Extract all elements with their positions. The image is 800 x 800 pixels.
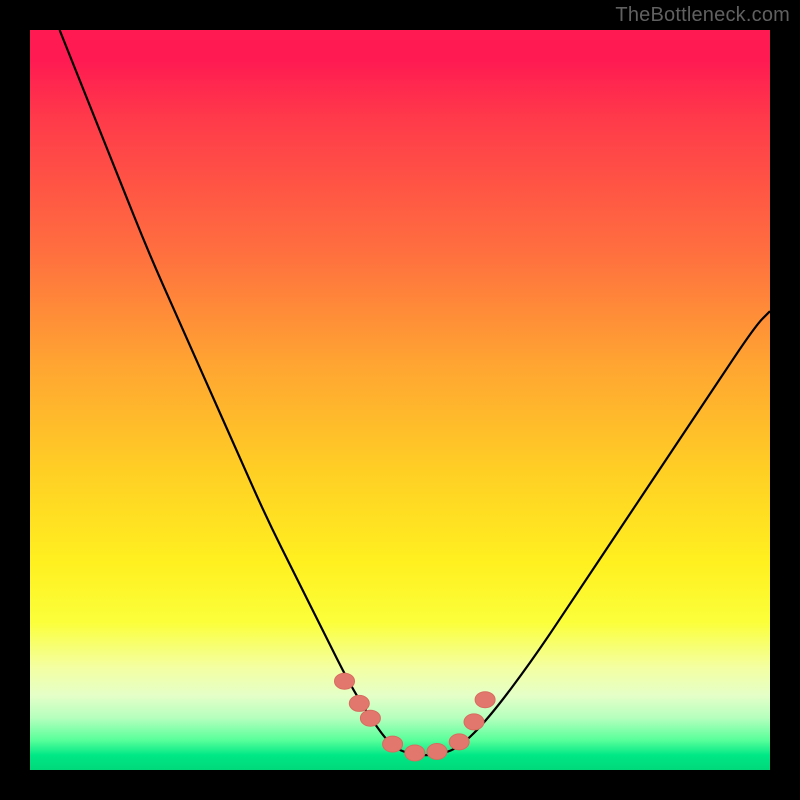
highlight-marker (360, 710, 380, 726)
highlight-marker (464, 714, 484, 730)
highlight-marker (349, 695, 369, 711)
chart-frame: TheBottleneck.com (0, 0, 800, 800)
plot-area (30, 30, 770, 770)
highlight-marker (449, 734, 469, 750)
highlight-marker (475, 692, 495, 708)
highlight-marker (427, 744, 447, 760)
bottleneck-curve (60, 30, 770, 755)
highlight-marker (383, 736, 403, 752)
highlight-marker (405, 745, 425, 761)
chart-overlay-svg (30, 30, 770, 770)
highlighted-markers-group (335, 673, 496, 761)
watermark-text: TheBottleneck.com (615, 4, 790, 27)
highlight-marker (335, 673, 355, 689)
